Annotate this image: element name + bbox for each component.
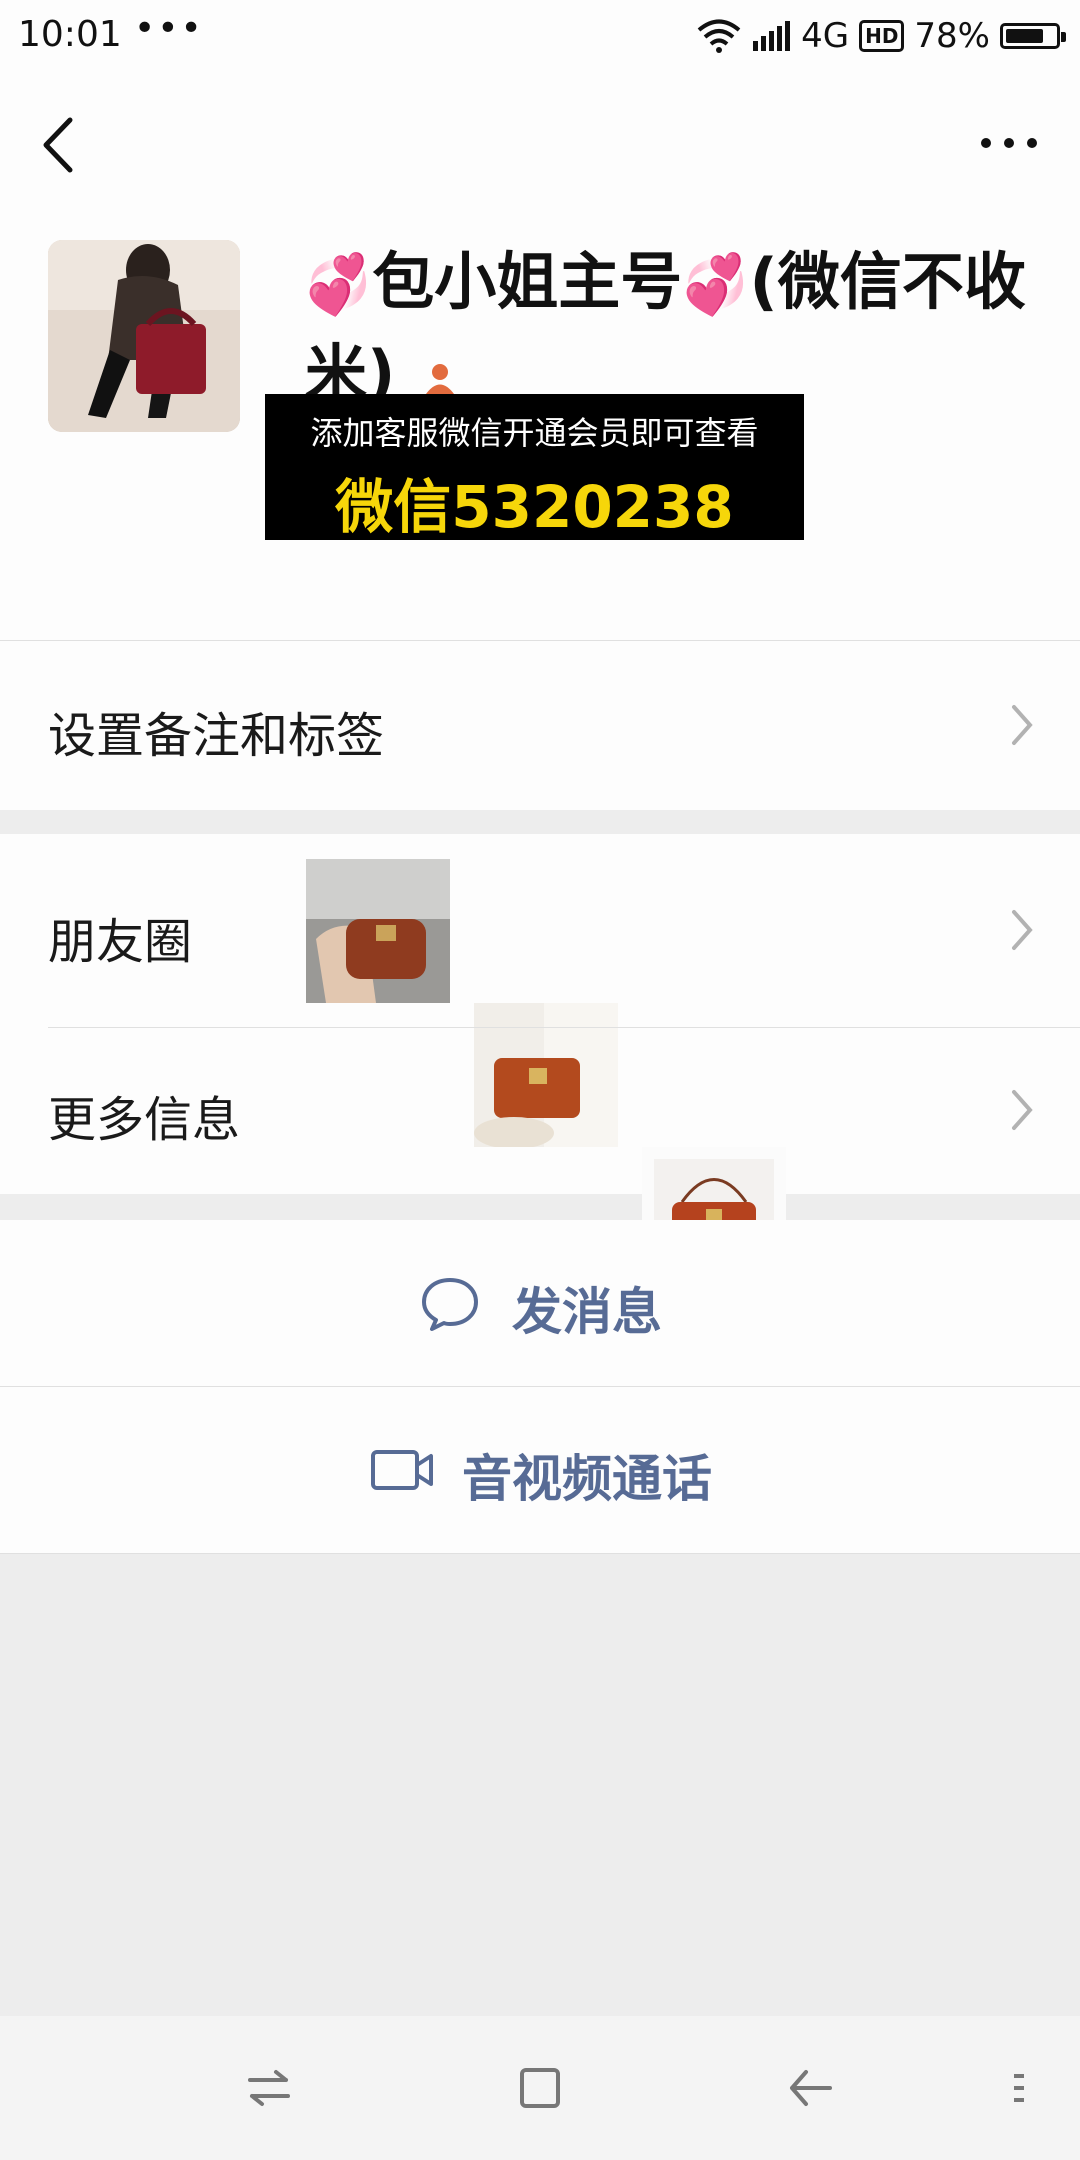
signal-icon (753, 21, 791, 51)
moments-thumb (306, 859, 450, 1003)
more-button[interactable] (974, 118, 1044, 168)
person-icon (425, 363, 454, 394)
remark-label: 设置备注和标签 (48, 708, 385, 764)
notification-dots: ••• (134, 8, 204, 49)
avatar-photo (48, 240, 240, 432)
video-call-button[interactable]: 音视频通话 (0, 1387, 1080, 1553)
heart-emoji: 💞 (299, 247, 378, 324)
send-message-button[interactable]: 发消息 (0, 1220, 1080, 1386)
menu-icon[interactable] (1006, 2068, 1030, 2108)
switch-icon[interactable] (246, 2068, 292, 2108)
action-divider (0, 1553, 1080, 1554)
video-call-label: 音视频通话 (462, 1450, 712, 1508)
remark-row[interactable]: 设置备注和标签 (0, 640, 1080, 810)
hd-badge: HD (859, 20, 905, 52)
avatar[interactable] (48, 240, 240, 432)
status-time: 10:01 (18, 14, 122, 55)
home-icon[interactable] (518, 2064, 562, 2110)
video-camera-icon (371, 1450, 433, 1490)
send-message-label: 发消息 (512, 1283, 662, 1341)
promo-wechat-id: 微信5320238 (335, 473, 734, 541)
status-bar: 10:01 ••• 4G HD 78% (0, 0, 1080, 74)
chat-bubble-icon (422, 1278, 478, 1331)
status-right: 4G HD 78% (697, 10, 1066, 62)
heart-emoji: 💞 (676, 247, 756, 324)
moments-label: 朋友圈 (48, 914, 193, 970)
chevron-right-icon (1012, 1090, 1033, 1130)
promo-text: 添加客服微信开通会员即可查看 (310, 414, 759, 452)
chevron-right-icon (1012, 910, 1033, 950)
more-info-row[interactable]: 更多信息 (0, 1028, 1080, 1194)
navigation-bar (0, 2016, 1080, 2160)
promo-banner: 添加客服微信开通会员即可查看 微信5320238 (265, 394, 804, 541)
name-part1: 包小姐主号 (372, 245, 683, 318)
wifi-icon (697, 19, 741, 53)
battery-icon (1000, 23, 1066, 49)
network-type: 4G (801, 16, 850, 56)
contact-name: 💞包小姐主号💞(微信不收米) (299, 238, 1035, 418)
moments-row[interactable]: 朋友圈 (0, 834, 1080, 1435)
more-info-label: 更多信息 (48, 1092, 241, 1148)
info-card: 朋友圈 更多信息 (0, 834, 1080, 1435)
battery-percent: 78% (914, 16, 990, 56)
back-arrow-icon[interactable] (786, 2066, 834, 2110)
chevron-right-icon (1012, 705, 1033, 745)
back-button[interactable] (36, 110, 86, 180)
